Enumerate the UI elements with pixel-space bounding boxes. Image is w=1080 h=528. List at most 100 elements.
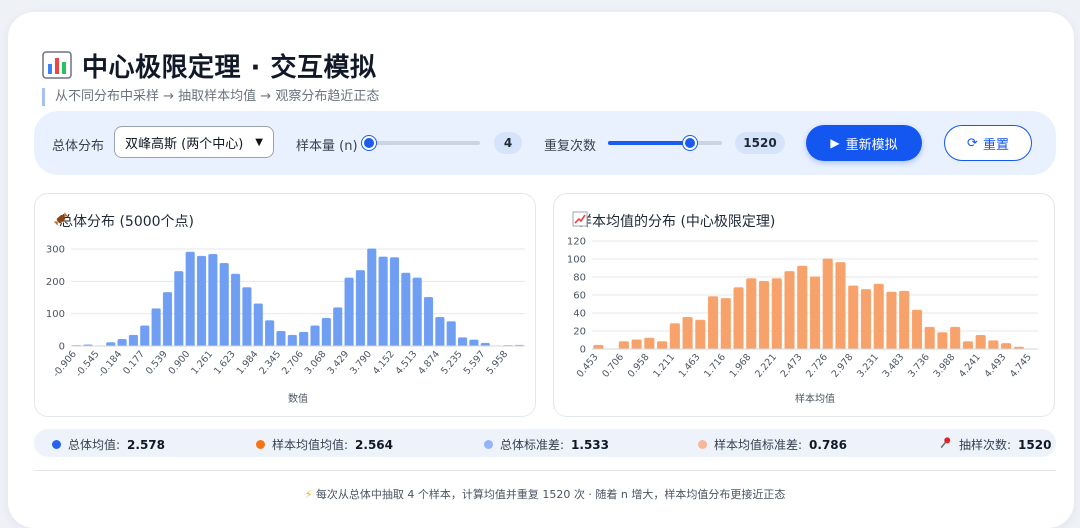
population-chart-x-tick-label: 2.706: [280, 349, 306, 377]
blue-dot-icon: [52, 440, 61, 449]
orange-dot-icon: [256, 440, 265, 449]
population-chart-bar: [389, 257, 400, 347]
stat-pop-std-label: 总体标准差:: [500, 438, 565, 452]
stat-sample-std-label: 样本均值标准差:: [714, 438, 803, 452]
page-title-text: 中心极限定理 · 交互模拟: [82, 52, 377, 83]
population-chart-bar: [208, 253, 218, 347]
population-chart-bar: [367, 248, 377, 347]
sample-mean-chart-x-tick-label: 0.958: [626, 352, 652, 380]
population-chart-bar: [378, 256, 388, 347]
sample-mean-chart-x-tick-label: 1.968: [728, 352, 754, 380]
sample-mean-chart-bar: [835, 262, 846, 350]
population-chart-x-tick-label: -0.545: [74, 349, 102, 380]
sample-mean-chart-bar: [822, 258, 833, 350]
population-chart-y-tick-label: 300: [46, 245, 65, 256]
population-chart-x-tick-label: -0.184: [96, 349, 124, 380]
bar-chart-icon: [42, 51, 72, 79]
sample-mean-chart-x-tick-label: 1.716: [702, 352, 728, 380]
sample-mean-chart-bar: [911, 309, 923, 350]
sample-mean-chart-x-tick-label: 1.211: [651, 352, 677, 380]
stats-bar: 总体均值: 2.578 样本均值均值: 2.564 总体标准差: 1.533 样…: [34, 429, 1056, 457]
sample-mean-chart-x-tick-label: 1.463: [677, 352, 703, 380]
sample-mean-chart-x-tick-label: 3.736: [906, 352, 932, 380]
population-chart-y-tick-label: 100: [46, 309, 65, 320]
sample-mean-chart-bar: [937, 332, 948, 350]
population-chart-bar: [276, 330, 286, 347]
stat-pop-std-value: 1.533: [571, 437, 610, 452]
reset-label: 重置: [982, 137, 1009, 153]
page-title: 中心极限定理 · 交互模拟: [42, 48, 377, 83]
population-chart-bar: [401, 272, 411, 347]
population-chart-bar: [174, 271, 184, 347]
repeat-slider[interactable]: [608, 135, 722, 151]
population-chart-bar: [140, 325, 150, 347]
sample-mean-chart-bar: [988, 340, 999, 350]
sample-mean-chart-y-tick-label: 60: [573, 291, 586, 302]
population-chart-x-tick-label: 5.597: [462, 349, 488, 377]
population-chart-bar: [230, 273, 241, 347]
repeat-value: 1520: [735, 132, 785, 154]
sample-mean-chart-bar: [695, 319, 706, 350]
reset-button[interactable]: ⟳ 重置: [944, 125, 1032, 161]
sample-mean-chart-x-tick-label: 3.483: [881, 352, 907, 380]
population-chart-bar: [162, 292, 173, 347]
sample-mean-chart-x-tick-label: 4.241: [957, 352, 983, 380]
stat-sample-mean-value: 2.564: [355, 437, 394, 452]
population-chart-x-tick-label: 3.429: [325, 349, 351, 377]
lightning-icon: ⚡: [304, 488, 313, 501]
sample-mean-chart-bar: [873, 283, 884, 350]
population-chart-bar: [299, 331, 309, 347]
population-chart-x-tick-label: 1.984: [235, 349, 261, 377]
population-chart-bar: [321, 318, 331, 347]
population-chart-panel: 总体分布 (5000个点) 0 100 200 300 -0.906 -0.545 -0.1…: [34, 193, 536, 417]
population-chart-bar: [219, 263, 229, 347]
population-chart-bar: [253, 303, 263, 347]
sample-mean-histogram: 0 20 40 60 80 100 120 0.453 0.706 0.958 1.211 1.463…: [567, 237, 1038, 405]
sample-mean-chart-bar: [682, 317, 693, 350]
population-chart-x-tick-label: 3.068: [303, 349, 329, 377]
population-chart-x-tick-label: 0.177: [121, 349, 147, 377]
sample-mean-chart-x-tick-label: 0.706: [600, 352, 626, 380]
repeat-slider-thumb[interactable]: [683, 136, 698, 150]
sample-mean-chart-x-tick-label: 2.726: [804, 352, 830, 380]
footer-note: ⚡ 每次从总体中抽取 4 个样本，计算均值并重复 1520 次 · 随着 n 增…: [0, 486, 1080, 502]
sample-mean-chart-bar: [860, 289, 872, 350]
population-select[interactable]: 双峰高斯 (两个中心) ▼: [114, 126, 274, 158]
population-chart-bar: [117, 339, 127, 347]
population-histogram: 0 100 200 300 -0.906-0.545-0.1840.1770.5390.…: [46, 245, 525, 405]
population-chart-x-tick-label: 5.235: [439, 349, 465, 377]
population-chart-y-tick-label: 200: [46, 277, 65, 288]
sample-mean-chart-bar: [848, 285, 859, 350]
population-chart-bar: [310, 325, 320, 347]
stat-pop-std: 总体标准差: 1.533: [484, 436, 609, 453]
stat-draws-label: 抽样次数:: [959, 438, 1012, 452]
sample-mean-chart-bar: [593, 344, 604, 350]
light-blue-dot-icon: [484, 440, 493, 449]
page-subtitle: 从不同分布中采样 → 抽取样本均值 → 观察分布趋近正态: [42, 88, 379, 106]
population-chart-bar: [446, 321, 456, 347]
sample-mean-chart-x-tick-label: 2.978: [830, 352, 856, 380]
population-chart-bar: [355, 270, 366, 347]
sample-mean-chart-bar: [644, 337, 655, 350]
resimulate-button[interactable]: ▶ 重新模拟: [806, 125, 922, 161]
sample-mean-chart-bar: [784, 271, 795, 350]
sample-size-slider-thumb[interactable]: [362, 136, 377, 150]
population-chart-x-tick-label: 0.900: [167, 349, 193, 377]
stat-sample-mean: 样本均值均值: 2.564: [256, 436, 393, 453]
population-chart-bar: [457, 337, 468, 347]
sample-mean-chart-x-tick-label: 3.231: [855, 352, 881, 380]
population-chart-bar: [265, 320, 275, 347]
sample-mean-chart-bar: [975, 335, 986, 350]
sample-mean-chart-bar: [899, 290, 910, 350]
sample-mean-chart-bar: [669, 323, 680, 350]
light-orange-dot-icon: [698, 440, 707, 449]
sample-mean-chart-bar: [924, 326, 935, 350]
population-chart-bar: [151, 308, 161, 347]
sample-mean-chart-x-tick-label: 4.745: [1008, 352, 1034, 380]
population-chart-bar: [185, 251, 195, 347]
population-chart-x-tick-label: 4.152: [371, 349, 397, 377]
stat-pop-mean-value: 2.578: [127, 437, 166, 452]
sample-size-slider[interactable]: [362, 135, 480, 151]
population-chart-x-tick-label: 5.958: [484, 349, 510, 377]
sample-mean-chart-y-tick-label: 0: [580, 345, 586, 356]
